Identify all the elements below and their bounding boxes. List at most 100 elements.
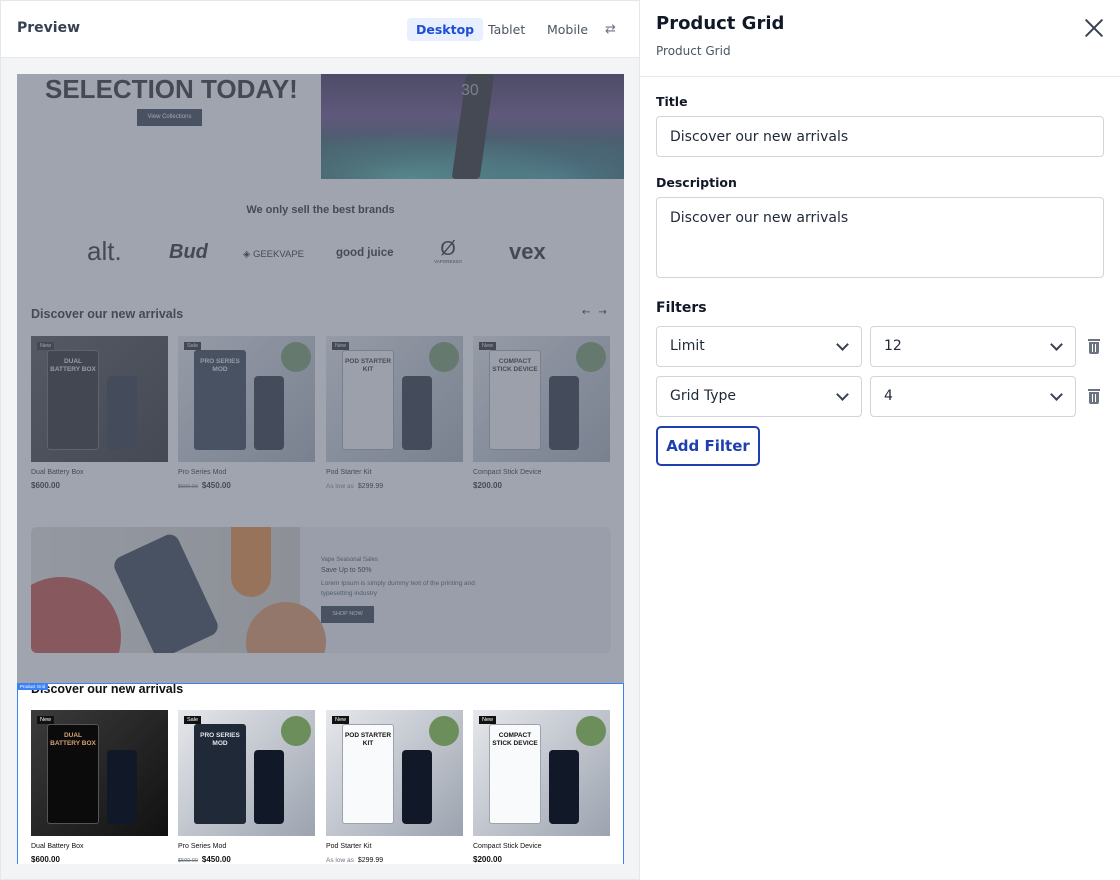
product-card[interactable]: COMPACT STICK DEVICE New Compact Stick De…: [473, 710, 610, 864]
editor-subtitle: Product Grid: [656, 44, 731, 58]
product-name[interactable]: Dual Battery Box: [31, 843, 168, 850]
product-price: As low as $299.99: [326, 481, 463, 490]
product-plant: [281, 716, 311, 746]
filter-key-value: Grid Type: [670, 388, 736, 404]
product-price: $600.00: [31, 481, 168, 490]
price-value: $299.99: [357, 857, 384, 864]
hero-title: SELECTION TODAY!: [45, 74, 298, 104]
brand-logo-geekvape-text: GEEKVAPE: [252, 249, 304, 260]
trash-line: [1092, 394, 1093, 402]
trash-lid: [1088, 389, 1100, 391]
brand-logo-alt: alt.: [87, 236, 122, 266]
rotate-icon[interactable]: ⇄: [605, 22, 616, 37]
trash-lid: [1088, 339, 1100, 341]
promo-text: Lorem Ipsum is simply dummy text of the …: [321, 580, 475, 597]
description-textarea[interactable]: Discover our new arrivals: [656, 197, 1104, 278]
product-image[interactable]: POD STARTER KIT New: [326, 710, 463, 836]
arrow-right-icon[interactable]: →: [598, 307, 614, 318]
arrow-left-icon[interactable]: ←: [582, 307, 598, 318]
product-price: $500.00 $450.00: [178, 855, 315, 864]
product-badge: New: [479, 342, 497, 350]
product-device: [402, 750, 432, 824]
filter-key-select[interactable]: Grid Type: [656, 376, 862, 417]
product-price: $200.00: [473, 855, 610, 864]
add-filter-button[interactable]: Add Filter: [656, 426, 760, 466]
brand-logo-bud: Bud: [169, 241, 208, 263]
trash-can: [1089, 342, 1099, 354]
product-badge: New: [37, 342, 55, 350]
product-name[interactable]: Compact Stick Device: [473, 843, 610, 850]
price-old: $500.00: [178, 484, 198, 490]
product-card[interactable]: PRO SERIES MOD Sale Pro Series Mod $500.0…: [178, 710, 315, 864]
shop-now-button[interactable]: SHOP NOW: [321, 606, 374, 623]
product-card[interactable]: POD STARTER KIT New Pod Starter Kit As lo…: [326, 710, 463, 864]
product-card[interactable]: POD STARTER KIT New Pod Starter Kit As lo…: [326, 336, 463, 490]
product-image[interactable]: COMPACT STICK DEVICE New: [473, 710, 610, 836]
promo-headline: Save Up to 50%: [321, 567, 372, 574]
close-icon[interactable]: [1082, 16, 1106, 40]
product-image[interactable]: DUAL BATTERY BOX New: [31, 336, 168, 462]
view-collections-button[interactable]: View Collections: [137, 109, 202, 126]
product-device: [254, 376, 284, 450]
preview-canvas: SELECTION TODAY! View Collections 30 We …: [17, 74, 624, 864]
chevron-down-icon: [836, 338, 849, 351]
device-tablet-button[interactable]: Tablet: [479, 18, 534, 41]
description-label: Description: [656, 175, 737, 190]
product-name[interactable]: Pod Starter Kit: [326, 843, 463, 850]
product-badge: Sale: [184, 342, 202, 350]
promo-pan: [31, 577, 121, 653]
price-prefix: As low as: [326, 483, 354, 490]
trash-icon[interactable]: [1088, 389, 1100, 404]
filter-key-select[interactable]: Limit: [656, 326, 862, 367]
filter-value: 4: [884, 388, 893, 404]
device-desktop-button[interactable]: Desktop: [407, 18, 484, 41]
product-card[interactable]: DUAL BATTERY BOX New Dual Battery Box $60…: [31, 710, 168, 864]
product-image[interactable]: PRO SERIES MOD Sale: [178, 336, 315, 462]
price-value: $200.00: [473, 481, 502, 490]
vaporesso-mark-icon: Ø: [440, 238, 456, 260]
title-input[interactable]: [656, 116, 1104, 157]
editor-title: Product Grid: [656, 13, 785, 34]
price-value: $200.00: [473, 855, 502, 864]
brand-logo-goodjuice: good juice: [336, 247, 394, 259]
hero-image: 30: [321, 74, 624, 179]
product-device: [254, 750, 284, 824]
product-price: As low as $299.99: [326, 855, 463, 864]
product-box-label: PRO SERIES MOD: [200, 732, 240, 747]
product-name[interactable]: Dual Battery Box: [31, 469, 168, 476]
product-image[interactable]: POD STARTER KIT New: [326, 336, 463, 462]
trash-icon[interactable]: [1088, 339, 1100, 354]
filter-value: 12: [884, 338, 902, 354]
chevron-down-icon: [1050, 388, 1063, 401]
product-card[interactable]: PRO SERIES MOD Sale Pro Series Mod $500.0…: [178, 336, 315, 490]
brand-logo-vaporesso-text: VAPORESSO: [434, 259, 462, 264]
product-name[interactable]: Pro Series Mod: [178, 843, 315, 850]
promo-fork: [231, 527, 271, 597]
product-device: [107, 750, 137, 824]
product-card[interactable]: COMPACT STICK DEVICE New Compact Stick De…: [473, 336, 610, 490]
brands-title: We only sell the best brands: [246, 204, 395, 216]
title-label: Title: [656, 94, 688, 109]
product-name[interactable]: Compact Stick Device: [473, 469, 610, 476]
filter-value-select[interactable]: 12: [870, 326, 1076, 367]
price-value: $600.00: [31, 855, 60, 864]
selected-block-tag[interactable]: Product Grid: [17, 683, 49, 690]
product-image[interactable]: COMPACT STICK DEVICE New: [473, 336, 610, 462]
device-mobile-button[interactable]: Mobile: [538, 18, 597, 41]
filter-value-select[interactable]: 4: [870, 376, 1076, 417]
product-card[interactable]: DUAL BATTERY BOX New Dual Battery Box $60…: [31, 336, 168, 490]
promo-image: [31, 527, 326, 653]
product-name[interactable]: Pro Series Mod: [178, 469, 315, 476]
product-plant: [576, 342, 606, 372]
selected-section-title: Discover our new arrivals: [31, 682, 184, 696]
trash-can: [1089, 392, 1099, 404]
brand-logo-vex: vex: [509, 239, 546, 264]
preview-header: Preview Desktop Tablet Mobile ⇄: [1, 1, 639, 58]
product-box-label: PRO SERIES MOD: [200, 358, 240, 373]
filters-label: Filters: [656, 300, 707, 316]
product-name[interactable]: Pod Starter Kit: [326, 469, 463, 476]
product-image[interactable]: DUAL BATTERY BOX New: [31, 710, 168, 836]
carousel-arrows: ←→: [582, 307, 615, 318]
product-image[interactable]: PRO SERIES MOD Sale: [178, 710, 315, 836]
preview-pane: Preview Desktop Tablet Mobile ⇄ SELECTIO…: [0, 0, 640, 880]
